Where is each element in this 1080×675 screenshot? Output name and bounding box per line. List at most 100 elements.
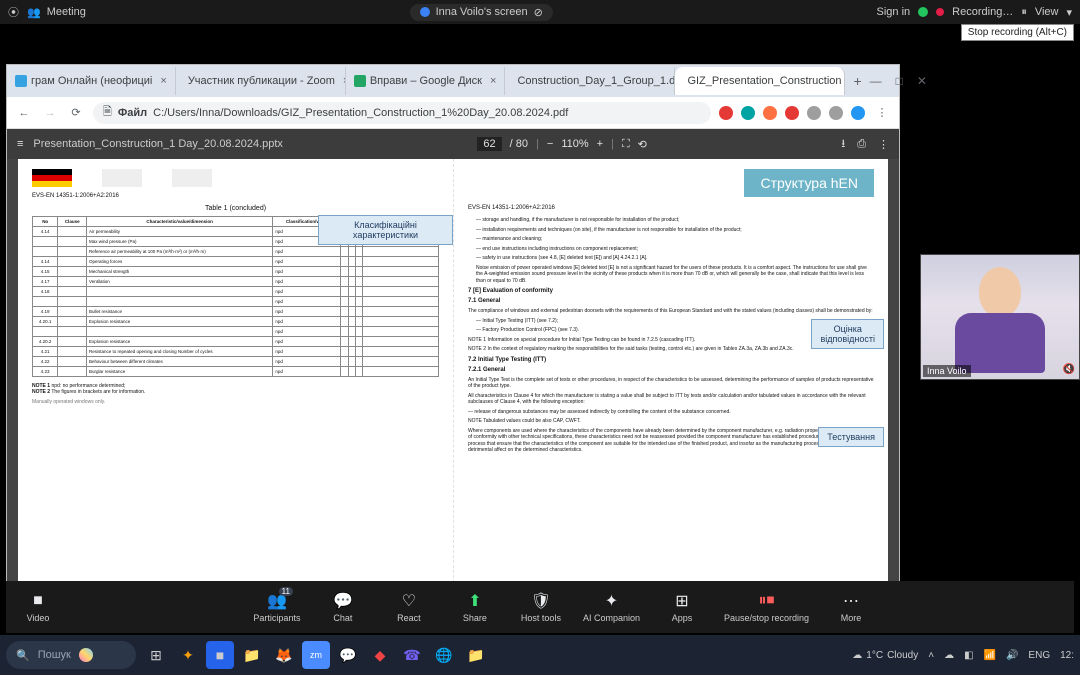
copilot-icon[interactable]: ✦: [174, 641, 202, 669]
chrome-tab[interactable]: Вправи – Google Диск ×: [346, 67, 506, 95]
control-label: Apps: [672, 613, 693, 623]
control-label: React: [397, 613, 421, 623]
extension-icon[interactable]: [719, 106, 733, 120]
view-chevron-icon[interactable]: ▾: [1066, 6, 1072, 19]
zoom-control-more[interactable]: ⋯More: [827, 591, 875, 623]
zoom-control-react[interactable]: ♡React: [385, 591, 433, 623]
fit-page-icon[interactable]: ⛶: [622, 138, 630, 151]
wifi-icon[interactable]: 📶: [984, 650, 996, 661]
nav-reload-icon[interactable]: ⟳: [67, 106, 85, 119]
tab-label: грам Онлайн (неофициі: [31, 75, 152, 87]
viber-icon[interactable]: ☎: [398, 641, 426, 669]
chrome-tab[interactable]: Участник публикации - Zoom×: [176, 67, 346, 95]
firefox-icon[interactable]: 🦊: [270, 641, 298, 669]
stop-share-icon[interactable]: ⊘: [534, 6, 543, 19]
extension-icon[interactable]: [807, 106, 821, 120]
control-icon: 👥: [267, 591, 287, 611]
control-label: Participants: [253, 613, 300, 623]
pdf-more-icon[interactable]: ⋮: [878, 138, 889, 151]
doc-paragraph: — safety in use instructions (see 4.8, […: [476, 255, 874, 262]
task-view-icon[interactable]: ⊞: [142, 641, 170, 669]
app-icon[interactable]: ■: [206, 641, 234, 669]
webcam-tile[interactable]: Inna Voilo 🔇: [920, 254, 1080, 380]
extension-icon[interactable]: [851, 106, 865, 120]
extension-icon[interactable]: [829, 106, 843, 120]
chrome-tab[interactable]: GIZ_Presentation_Construction×: [675, 67, 845, 95]
rotate-icon[interactable]: ⟲: [638, 138, 647, 151]
sign-in-link[interactable]: Sign in: [877, 6, 911, 18]
whatsapp-icon[interactable]: 💬: [334, 641, 362, 669]
explorer-icon[interactable]: 📁: [462, 641, 490, 669]
copilot-icon[interactable]: [79, 648, 93, 662]
recording-label: Recording…: [952, 6, 1013, 18]
close-tab-icon[interactable]: ×: [160, 75, 166, 87]
meeting-info-icon[interactable]: ⦿: [8, 4, 19, 20]
hen-title: Структура hEN: [744, 169, 874, 197]
clock[interactable]: 12:: [1060, 650, 1074, 661]
zoom-control-ai-companion[interactable]: ✦AI Companion: [583, 591, 640, 623]
control-icon: ⏸⏹: [757, 591, 777, 611]
weather-widget[interactable]: ☁ 1°C Cloudy: [852, 650, 918, 661]
app-icon[interactable]: ◆: [366, 641, 394, 669]
explorer-icon[interactable]: 📁: [238, 641, 266, 669]
table-row: 4.20.1Explosion resistancenpd: [33, 317, 439, 327]
table-row: npd: [33, 327, 439, 337]
chrome-icon[interactable]: 🌐: [430, 641, 458, 669]
table-row: 4.22Behaviour between different climates…: [33, 357, 439, 367]
window-minimize-icon[interactable]: —: [870, 74, 882, 88]
zoom-control-apps[interactable]: ⊞Apps: [658, 591, 706, 623]
new-tab-button[interactable]: +: [845, 73, 869, 89]
zoom-control-participants[interactable]: 👥 Participants: [253, 591, 301, 623]
zoom-control-pause-stop-recording[interactable]: ⏸⏹Pause/stop recording: [724, 591, 809, 623]
table-title: Table 1 (concluded): [32, 205, 439, 212]
doc-paragraph: All characteristics in Clause 4 for whic…: [468, 393, 874, 406]
view-menu[interactable]: View: [1035, 6, 1059, 18]
window-close-icon[interactable]: ✕: [917, 74, 927, 88]
zoom-in-icon[interactable]: +: [597, 138, 603, 150]
tab-label: Участник публикации - Zoom: [188, 75, 335, 87]
print-icon[interactable]: ⎙: [857, 138, 866, 151]
nav-back-icon[interactable]: ←: [15, 107, 33, 119]
control-label: Host tools: [521, 613, 561, 623]
shield-icon[interactable]: [918, 7, 928, 17]
chrome-tab[interactable]: грам Онлайн (неофициі ×: [7, 67, 176, 95]
extension-icon[interactable]: [741, 106, 755, 120]
zoom-out-icon[interactable]: −: [547, 138, 553, 150]
url-field[interactable]: 🗎 Файл C:/Users/Inna/Downloads/GIZ_Prese…: [93, 102, 711, 124]
table-header: Characteristic/value/dimension: [87, 217, 273, 227]
volume-icon[interactable]: 🔊: [1006, 650, 1018, 661]
table-row: npd: [33, 297, 439, 307]
pdf-zoom-value: 110%: [561, 138, 588, 150]
tray-chevron-icon[interactable]: ˄: [928, 650, 934, 661]
table-row: 4.19Bullet resistancenpd: [33, 307, 439, 317]
nav-forward-icon[interactable]: →: [41, 107, 59, 119]
callout-testing: Тестування: [818, 427, 884, 447]
zoom-control-chat[interactable]: 💬Chat: [319, 591, 367, 623]
participants-mini-icon: 👥: [27, 6, 41, 19]
pdf-page-current[interactable]: 62: [477, 137, 501, 151]
screen-share-indicator[interactable]: Inna Voilo's screen ⊘: [410, 4, 553, 21]
zoom-control-host-tools[interactable]: 🛡Host tools: [517, 591, 565, 623]
taskbar-search[interactable]: 🔍 Пошук: [6, 641, 136, 669]
download-icon[interactable]: ⭳: [841, 135, 845, 154]
note-text: The figures in brackets are for informat…: [51, 389, 145, 395]
window-maximize-icon[interactable]: □: [896, 74, 903, 88]
tab-label: Вправи – Google Диск: [370, 75, 482, 87]
chrome-menu-icon[interactable]: ⋮: [873, 106, 891, 119]
extension-icon[interactable]: [785, 106, 799, 120]
zoom-control-share[interactable]: ⬆Share: [451, 591, 499, 623]
cloud-icon: ☁: [852, 650, 862, 661]
pdf-menu-icon[interactable]: ≡: [17, 138, 23, 150]
pdf-viewport[interactable]: EVS-EN 14351-1:2006+A2:2016 Table 1 (con…: [7, 159, 899, 583]
chrome-address-bar: ← → ⟳ 🗎 Файл C:/Users/Inna/Downloads/GIZ…: [7, 97, 899, 129]
chrome-tab[interactable]: Construction_Day_1_Group_1.d×: [505, 67, 675, 95]
zoom-icon[interactable]: zm: [302, 641, 330, 669]
pdf-title: Presentation_Construction_1 Day_20.08.20…: [33, 138, 283, 150]
tray-icon[interactable]: ◧: [964, 650, 973, 661]
extension-icon[interactable]: [763, 106, 777, 120]
zoom-control-video[interactable]: ■Video: [14, 591, 62, 623]
close-tab-icon[interactable]: ×: [490, 75, 496, 87]
onedrive-icon[interactable]: ☁: [944, 650, 954, 661]
language-indicator[interactable]: ENG: [1028, 650, 1050, 661]
pause-recording-icon[interactable]: ⏸: [1021, 6, 1027, 19]
